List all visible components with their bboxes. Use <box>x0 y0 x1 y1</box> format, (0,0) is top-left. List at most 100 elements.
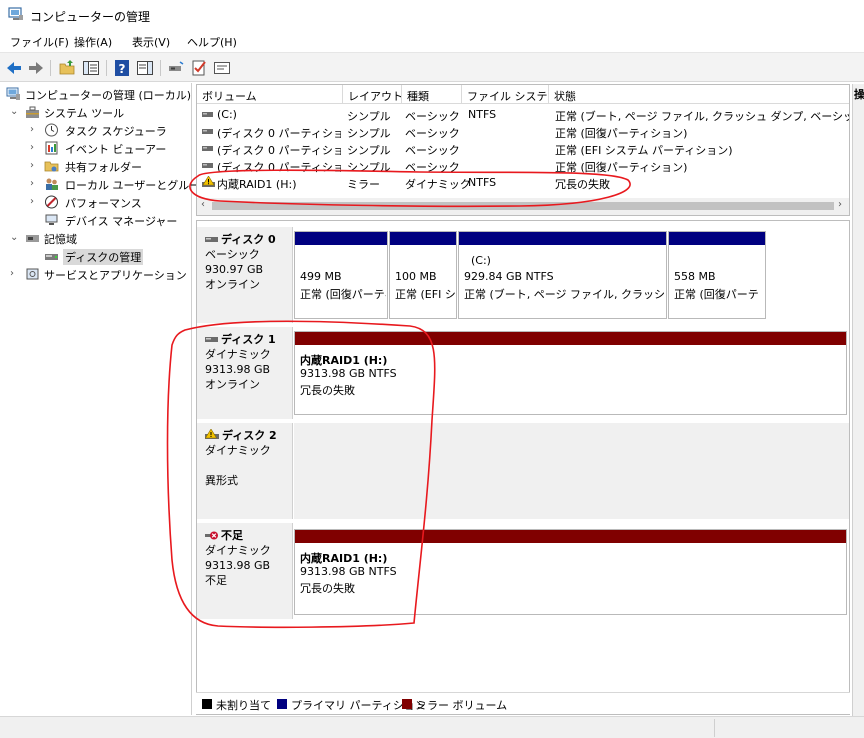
primary-partition-band <box>390 232 456 245</box>
volume-name: (ディスク 0 パーティション 5) <box>217 161 341 174</box>
menu-file[interactable]: ファイル(F) <box>10 34 69 50</box>
disk-0-info[interactable]: ディスク 0 ベーシック 930.97 GB オンライン <box>197 227 293 323</box>
tree-label-local-users: ローカル ユーザーとグループ <box>65 179 211 192</box>
missing-disk-state: 不足 <box>205 574 227 587</box>
menu-bar: ファイル(F) 操作(A) 表示(V) ヘルプ(H) <box>0 30 864 52</box>
scroll-right-icon[interactable]: › <box>838 199 842 210</box>
primary-partition-band <box>459 232 666 245</box>
actions-pane: 操 <box>852 84 864 716</box>
partition-recovery-1[interactable]: 499 MB 正常 (回復パーティ <box>294 231 388 319</box>
missing-disk-type: ダイナミック <box>205 544 271 557</box>
tree-label-device-manager: デバイス マネージャー <box>65 215 178 228</box>
show-hide-tree-icon[interactable] <box>82 59 100 77</box>
tree-item-services-apps[interactable]: › サービスとアプリケーション <box>0 265 190 283</box>
disk-1-name: ディスク 1 <box>221 333 276 346</box>
mirror-volume-h-disk-1[interactable]: 内蔵RAID1 (H:) 9313.98 GB NTFS 冗長の失敗 <box>294 331 847 415</box>
tree-item-device-manager[interactable]: デバイス マネージャー <box>0 211 190 229</box>
tree-item-storage[interactable]: ⌄ 記憶域 <box>0 229 190 247</box>
help-icon[interactable]: ? <box>113 59 131 77</box>
tree-item-local-users[interactable]: › ローカル ユーザーとグループ <box>0 175 211 193</box>
menu-view[interactable]: 表示(V) <box>132 34 170 50</box>
column-header-status[interactable]: 状態 <box>549 85 849 104</box>
menu-help[interactable]: ヘルプ(H) <box>187 34 237 50</box>
up-folder-icon[interactable] <box>58 59 76 77</box>
tree-item-root[interactable]: コンピューターの管理 (ローカル) <box>0 85 191 103</box>
toolbar-separator <box>160 60 161 76</box>
tree-item-task-scheduler[interactable]: › タスク スケジューラ <box>0 121 190 139</box>
mirror-volume-h-missing[interactable]: 内蔵RAID1 (H:) 9313.98 GB NTFS 冗長の失敗 <box>294 529 847 615</box>
disk-0-type: ベーシック <box>205 248 260 261</box>
volume-status: 冗長の失敗 <box>555 178 610 191</box>
scrollbar-thumb[interactable] <box>212 202 834 210</box>
volume-name: (ディスク 0 パーティション 1) <box>217 127 341 140</box>
partition-size: 100 MB <box>395 270 437 283</box>
disk-2-info[interactable]: ディスク 2 ダイナミック 異形式 <box>197 423 293 519</box>
forward-arrow-icon[interactable] <box>27 59 45 77</box>
menu-action[interactable]: 操作(A) <box>74 34 112 50</box>
horizontal-scrollbar[interactable]: ‹ › <box>197 198 849 215</box>
volume-filesystem: NTFS <box>468 176 497 189</box>
volume-status: 冗長の失敗 <box>300 582 355 595</box>
expand-chevron-icon[interactable]: › <box>30 124 40 136</box>
mirror-volume-band <box>295 332 846 345</box>
table-row[interactable]: (ディスク 0 パーティション 1) シンプル ベーシック 正常 (回復パーティ… <box>197 123 849 140</box>
tree-label-disk-management: ディスクの管理 <box>63 249 144 265</box>
volume-name: (ディスク 0 パーティション 2) <box>217 144 341 157</box>
column-header-volume[interactable]: ボリューム <box>197 85 343 104</box>
table-row[interactable]: (C:) シンプル ベーシック NTFS 正常 (ブート, ページ ファイル, … <box>197 106 849 123</box>
expand-chevron-icon[interactable]: › <box>30 160 40 172</box>
scroll-left-icon[interactable]: ‹ <box>201 199 205 210</box>
partition-size: 929.84 GB NTFS <box>464 270 554 283</box>
tree-item-event-viewer[interactable]: › イベント ビューアー <box>0 139 190 157</box>
collapse-chevron-icon[interactable]: ⌄ <box>10 232 20 244</box>
partition-status: 正常 (ブート, ページ ファイル, クラッシュ ダン <box>464 288 664 301</box>
table-row[interactable]: (ディスク 0 パーティション 2) シンプル ベーシック 正常 (EFI シス… <box>197 140 849 157</box>
tree-item-disk-management[interactable]: ディスクの管理 <box>0 247 190 265</box>
volume-type: ダイナミック <box>405 178 471 191</box>
table-row[interactable]: (ディスク 0 パーティション 5) シンプル ベーシック 正常 (回復パーティ… <box>197 157 849 174</box>
missing-disk-info[interactable]: 不足 ダイナミック 9313.98 GB 不足 <box>197 523 293 619</box>
missing-disk-size: 9313.98 GB <box>205 559 271 572</box>
services-icon <box>26 268 39 280</box>
partition-recovery-5[interactable]: 558 MB 正常 (回復パーテ <box>668 231 766 319</box>
column-header-layout[interactable]: レイアウト <box>343 85 402 104</box>
status-bar-divider <box>714 719 715 737</box>
tree-label-task-scheduler: タスク スケジューラ <box>65 125 167 138</box>
expand-chevron-icon[interactable]: › <box>30 196 40 208</box>
check-list-icon[interactable] <box>190 59 208 77</box>
tree-item-system-tools[interactable]: ⌄ システム ツール <box>0 103 190 121</box>
primary-partition-band <box>295 232 387 245</box>
tree-item-shared-folders[interactable]: › 共有フォルダー <box>0 157 190 175</box>
show-hide-action-pane-icon[interactable] <box>136 59 154 77</box>
volume-layout: シンプル <box>347 144 391 157</box>
disk-1-info[interactable]: ディスク 1 ダイナミック 9313.98 GB オンライン <box>197 327 293 419</box>
status-bar <box>0 716 864 738</box>
legend: 未割り当て プライマリ パーティション ミラー ボリューム <box>196 692 850 714</box>
properties-icon[interactable] <box>213 59 231 77</box>
disk-2-foreign-area[interactable] <box>294 423 849 519</box>
disk-0-name: ディスク 0 <box>221 233 276 246</box>
legend-swatch-primary <box>277 699 287 709</box>
partition-efi[interactable]: 100 MB 正常 (EFI シ <box>389 231 457 319</box>
expand-chevron-icon[interactable]: › <box>30 178 40 190</box>
disk-icon <box>205 337 218 342</box>
volume-list: ボリューム レイアウト 種類 ファイル システム 状態 (C:) シンプル ベー… <box>196 84 850 216</box>
expand-chevron-icon[interactable]: › <box>10 268 20 280</box>
volume-status: 冗長の失敗 <box>300 384 355 397</box>
legend-unallocated: 未割り当て <box>216 699 271 712</box>
warning-volume-icon <box>202 176 215 187</box>
legend-swatch-unallocated <box>202 699 212 709</box>
tree-label-services-apps: サービスとアプリケーション <box>44 269 187 282</box>
partition-c[interactable]: (C:) 929.84 GB NTFS 正常 (ブート, ページ ファイル, ク… <box>458 231 667 319</box>
connect-drive-icon[interactable] <box>167 59 185 77</box>
column-header-type[interactable]: 種類 <box>402 85 462 104</box>
column-header-filesystem[interactable]: ファイル システム <box>462 85 549 104</box>
users-group-icon <box>46 178 58 190</box>
toolbar: ? <box>0 52 864 82</box>
expand-chevron-icon[interactable]: › <box>30 142 40 154</box>
table-row[interactable]: 内蔵RAID1 (H:) ミラー ダイナミック NTFS 冗長の失敗 <box>197 174 849 191</box>
back-arrow-icon[interactable] <box>5 59 23 77</box>
tree-item-performance[interactable]: › パフォーマンス <box>0 193 190 211</box>
collapse-chevron-icon[interactable]: ⌄ <box>10 106 20 118</box>
tree-label-shared-folders: 共有フォルダー <box>65 161 142 174</box>
